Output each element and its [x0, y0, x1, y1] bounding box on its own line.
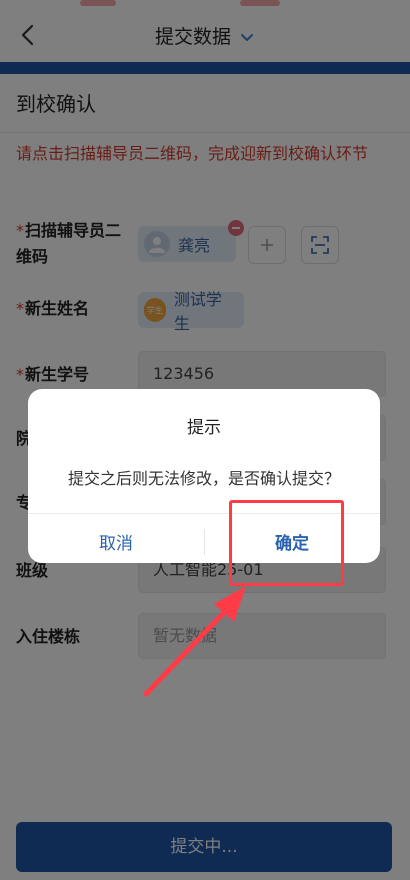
annotation-arrow-icon	[143, 586, 246, 697]
